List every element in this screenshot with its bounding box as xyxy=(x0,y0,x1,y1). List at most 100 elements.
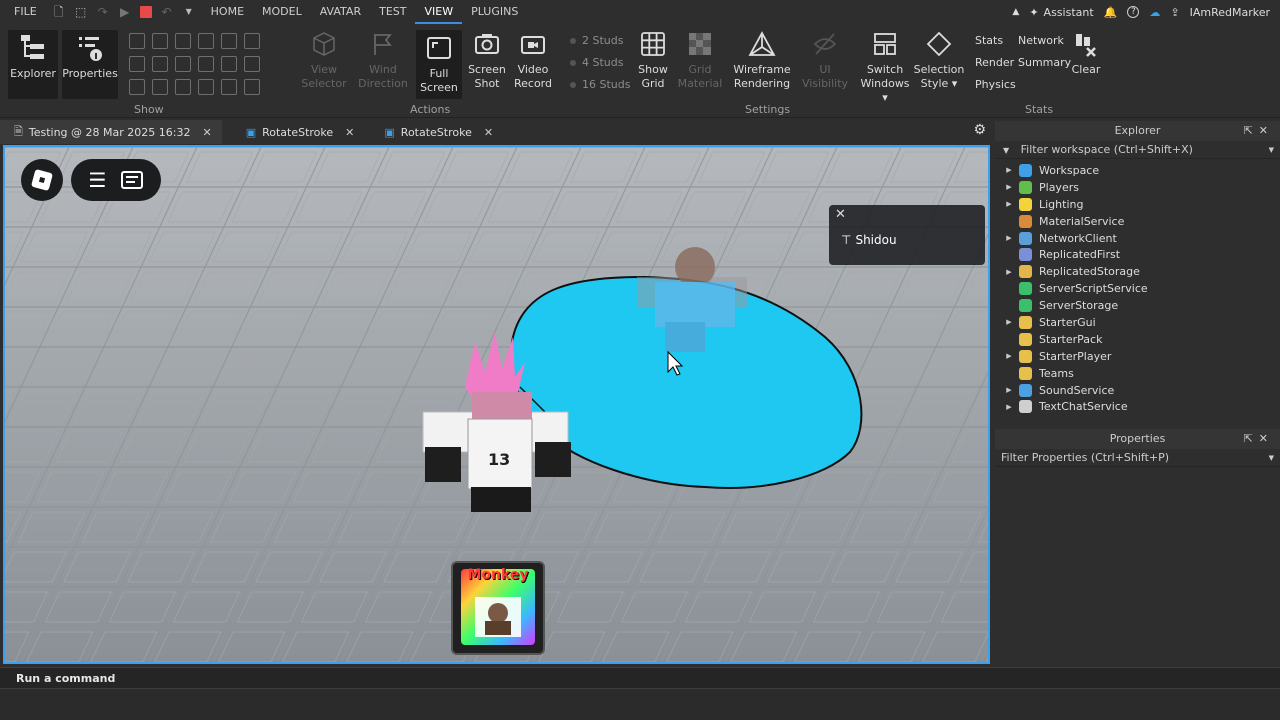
wireframe-rendering-button[interactable]: Wireframe Rendering xyxy=(733,30,791,91)
tool-icon[interactable] xyxy=(221,56,237,72)
explorer-item[interactable]: ReplicatedFirst xyxy=(995,246,1280,263)
close-panel-icon[interactable]: ✕ xyxy=(1259,432,1274,445)
expand-arrow-icon[interactable]: ▶ xyxy=(995,166,1015,174)
menu-tab-avatar[interactable]: AVATAR xyxy=(311,0,370,24)
tool-icon[interactable] xyxy=(129,56,145,72)
new-file-icon[interactable]: 🗋 xyxy=(52,5,66,19)
explorer-item[interactable]: Teams xyxy=(995,365,1280,382)
tab-rotatestroke-2[interactable]: ▣ RotateStroke ✕ xyxy=(370,120,503,144)
tool-icon[interactable] xyxy=(175,79,191,95)
stop-icon[interactable] xyxy=(139,6,152,18)
play-icon[interactable]: ▶ xyxy=(118,5,132,19)
expand-arrow-icon[interactable]: ▶ xyxy=(995,318,1015,326)
stats-toggle[interactable]: Stats xyxy=(975,34,1018,47)
explorer-item[interactable]: ▶ Lighting xyxy=(995,196,1280,213)
tool-icon[interactable] xyxy=(221,79,237,95)
physics-toggle[interactable]: Physics xyxy=(975,78,1018,91)
menu-tab-home[interactable]: HOME xyxy=(202,0,253,24)
expand-arrow-icon[interactable]: ▶ xyxy=(995,234,1015,242)
explorer-item[interactable]: ▶ Workspace xyxy=(995,162,1280,179)
tool-icon[interactable] xyxy=(152,56,168,72)
view-selector-button[interactable]: View Selector xyxy=(300,30,348,91)
explorer-item[interactable]: ▶ NetworkClient xyxy=(995,230,1280,247)
tool-icon[interactable] xyxy=(198,79,214,95)
explorer-item[interactable]: StarterPack xyxy=(995,331,1280,348)
clear-stats-button[interactable]: Clear xyxy=(1068,30,1104,77)
expand-arrow-icon[interactable]: ▶ xyxy=(995,386,1015,394)
expand-arrow-icon[interactable]: ▶ xyxy=(995,403,1015,411)
expand-arrow-icon[interactable]: ▶ xyxy=(995,200,1015,208)
screen-shot-button[interactable]: Screen Shot xyxy=(466,30,508,91)
explorer-item[interactable]: MaterialService xyxy=(995,213,1280,230)
hotbar-slot[interactable]: Monkey xyxy=(451,561,545,655)
menu-tab-plugins[interactable]: PLUGINS xyxy=(462,0,527,24)
expand-arrow-icon[interactable]: ▶ xyxy=(995,268,1015,276)
explorer-item[interactable]: ▶ SoundService xyxy=(995,382,1280,399)
show-grid-button[interactable]: Show Grid xyxy=(634,30,672,91)
tool-icon[interactable] xyxy=(175,56,191,72)
popout-icon[interactable]: ⇱ xyxy=(1244,124,1259,137)
collapse-ribbon-icon[interactable]: ▲ xyxy=(1012,7,1019,17)
explorer-button[interactable]: Explorer xyxy=(8,30,58,99)
close-panel-icon[interactable]: ✕ xyxy=(1259,124,1274,137)
username-label[interactable]: IAmRedMarker xyxy=(1190,6,1270,19)
chat-icon[interactable] xyxy=(121,171,144,189)
tool-icon[interactable] xyxy=(221,33,237,49)
redo-icon[interactable]: ↷ xyxy=(96,5,110,19)
notification-bell-icon[interactable]: 🔔 xyxy=(1104,6,1118,19)
explorer-item[interactable]: ServerStorage xyxy=(995,297,1280,314)
close-tab-icon[interactable]: ✕ xyxy=(202,126,211,139)
filter-dropdown-icon[interactable]: ▼ xyxy=(1269,141,1274,159)
close-tab-icon[interactable]: ✕ xyxy=(484,126,493,139)
explorer-item[interactable]: ▶ ReplicatedStorage xyxy=(995,263,1280,280)
studs-2-option[interactable]: 2 Studs xyxy=(570,34,630,47)
tool-icon[interactable] xyxy=(244,79,260,95)
explorer-item[interactable]: ServerScriptService xyxy=(995,280,1280,297)
save-icon[interactable]: ⬚ xyxy=(74,5,88,19)
tool-icon[interactable] xyxy=(198,56,214,72)
explorer-filter-input[interactable]: ▼ Filter workspace (Ctrl+Shift+X) ▼ xyxy=(995,141,1280,159)
studs-4-option[interactable]: 4 Studs xyxy=(570,56,630,69)
explorer-item[interactable]: ▶ TextChatService xyxy=(995,398,1280,415)
close-notification-icon[interactable]: ✕ xyxy=(835,207,846,222)
tool-icon[interactable] xyxy=(129,79,145,95)
explorer-item[interactable]: ▶ Players xyxy=(995,179,1280,196)
tool-icon[interactable] xyxy=(152,79,168,95)
command-bar-input[interactable]: Run a command xyxy=(0,667,1280,689)
menu-tab-view[interactable]: VIEW xyxy=(415,0,463,24)
tool-icon[interactable] xyxy=(129,33,145,49)
tab-testing[interactable]: 🗎 Testing @ 28 Mar 2025 16:32 ✕ xyxy=(0,120,222,144)
studs-16-option[interactable]: 16 Studs xyxy=(570,78,630,91)
roblox-menu-button[interactable] xyxy=(21,159,63,201)
dropdown-icon[interactable]: ▼ xyxy=(182,5,196,19)
undo-icon[interactable]: ↶ xyxy=(160,5,174,19)
cloud-icon[interactable]: ☁ xyxy=(1149,6,1160,19)
expand-arrow-icon[interactable]: ▶ xyxy=(995,183,1015,191)
tool-icon[interactable] xyxy=(244,33,260,49)
menu-tab-test[interactable]: TEST xyxy=(370,0,415,24)
full-screen-button[interactable]: Full Screen xyxy=(416,30,462,99)
grid-material-button[interactable]: Grid Material xyxy=(678,30,722,91)
close-tab-icon[interactable]: ✕ xyxy=(345,126,354,139)
settings-gear-icon[interactable]: ⚙ xyxy=(973,122,986,138)
expand-arrow-icon[interactable]: ▶ xyxy=(995,352,1015,360)
help-icon[interactable]: ? xyxy=(1127,6,1140,18)
explorer-item[interactable]: ▶ StarterPlayer xyxy=(995,348,1280,365)
popout-icon[interactable]: ⇱ xyxy=(1244,432,1259,445)
explorer-item[interactable]: ▶ StarterGui xyxy=(995,314,1280,331)
filter-dropdown-icon[interactable]: ▼ xyxy=(1269,449,1274,467)
menu-tab-model[interactable]: MODEL xyxy=(253,0,311,24)
tool-icon[interactable] xyxy=(152,33,168,49)
properties-button[interactable]: Properties xyxy=(62,30,118,99)
assistant-button[interactable]: ✦ Assistant xyxy=(1029,6,1093,19)
tool-icon[interactable] xyxy=(244,56,260,72)
wind-direction-button[interactable]: Wind Direction xyxy=(358,30,408,91)
menu-file[interactable]: FILE xyxy=(0,0,46,24)
game-viewport[interactable]: 13 ☰ ✕ ⊤ Shidou Monkey xyxy=(3,145,990,664)
share-icon[interactable]: ⇪ xyxy=(1170,6,1179,19)
tool-icon[interactable] xyxy=(175,33,191,49)
ui-visibility-button[interactable]: UI Visibility xyxy=(798,30,852,91)
render-toggle[interactable]: Render xyxy=(975,56,1018,69)
hamburger-menu-icon[interactable]: ☰ xyxy=(89,168,107,192)
switch-windows-button[interactable]: Switch Windows ▾ xyxy=(860,30,910,105)
